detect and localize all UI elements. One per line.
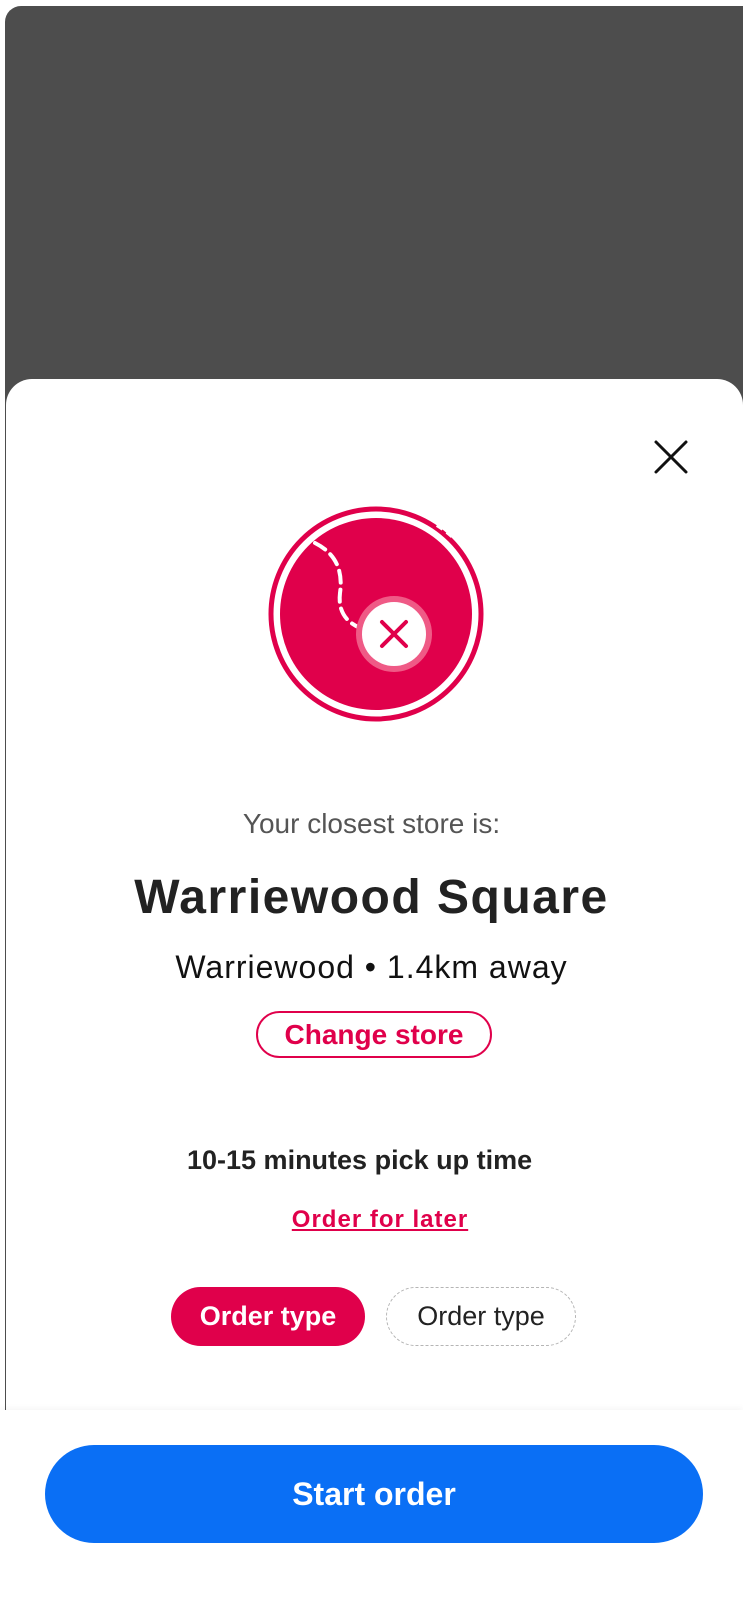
start-order-button[interactable]: Start order [45,1445,703,1543]
order-type-chip[interactable]: Order type [386,1287,576,1346]
pickup-time-text: 10-15 minutes pick up time [187,1145,533,1175]
store-location-icon [268,506,484,722]
closest-store-intro: Your closest store is: [242,808,501,839]
order-for-later-link[interactable]: Order for later [0,1206,743,1234]
change-store-button[interactable]: Change store [256,1011,492,1058]
order-type-chip-selected[interactable]: Order type [171,1287,365,1346]
store-location-illustration [265,503,487,725]
close-icon [654,440,688,474]
store-distance: Warriewood • 1.4km away [175,949,568,985]
close-button[interactable] [640,426,702,488]
store-name: Warriewood Square [134,871,609,924]
